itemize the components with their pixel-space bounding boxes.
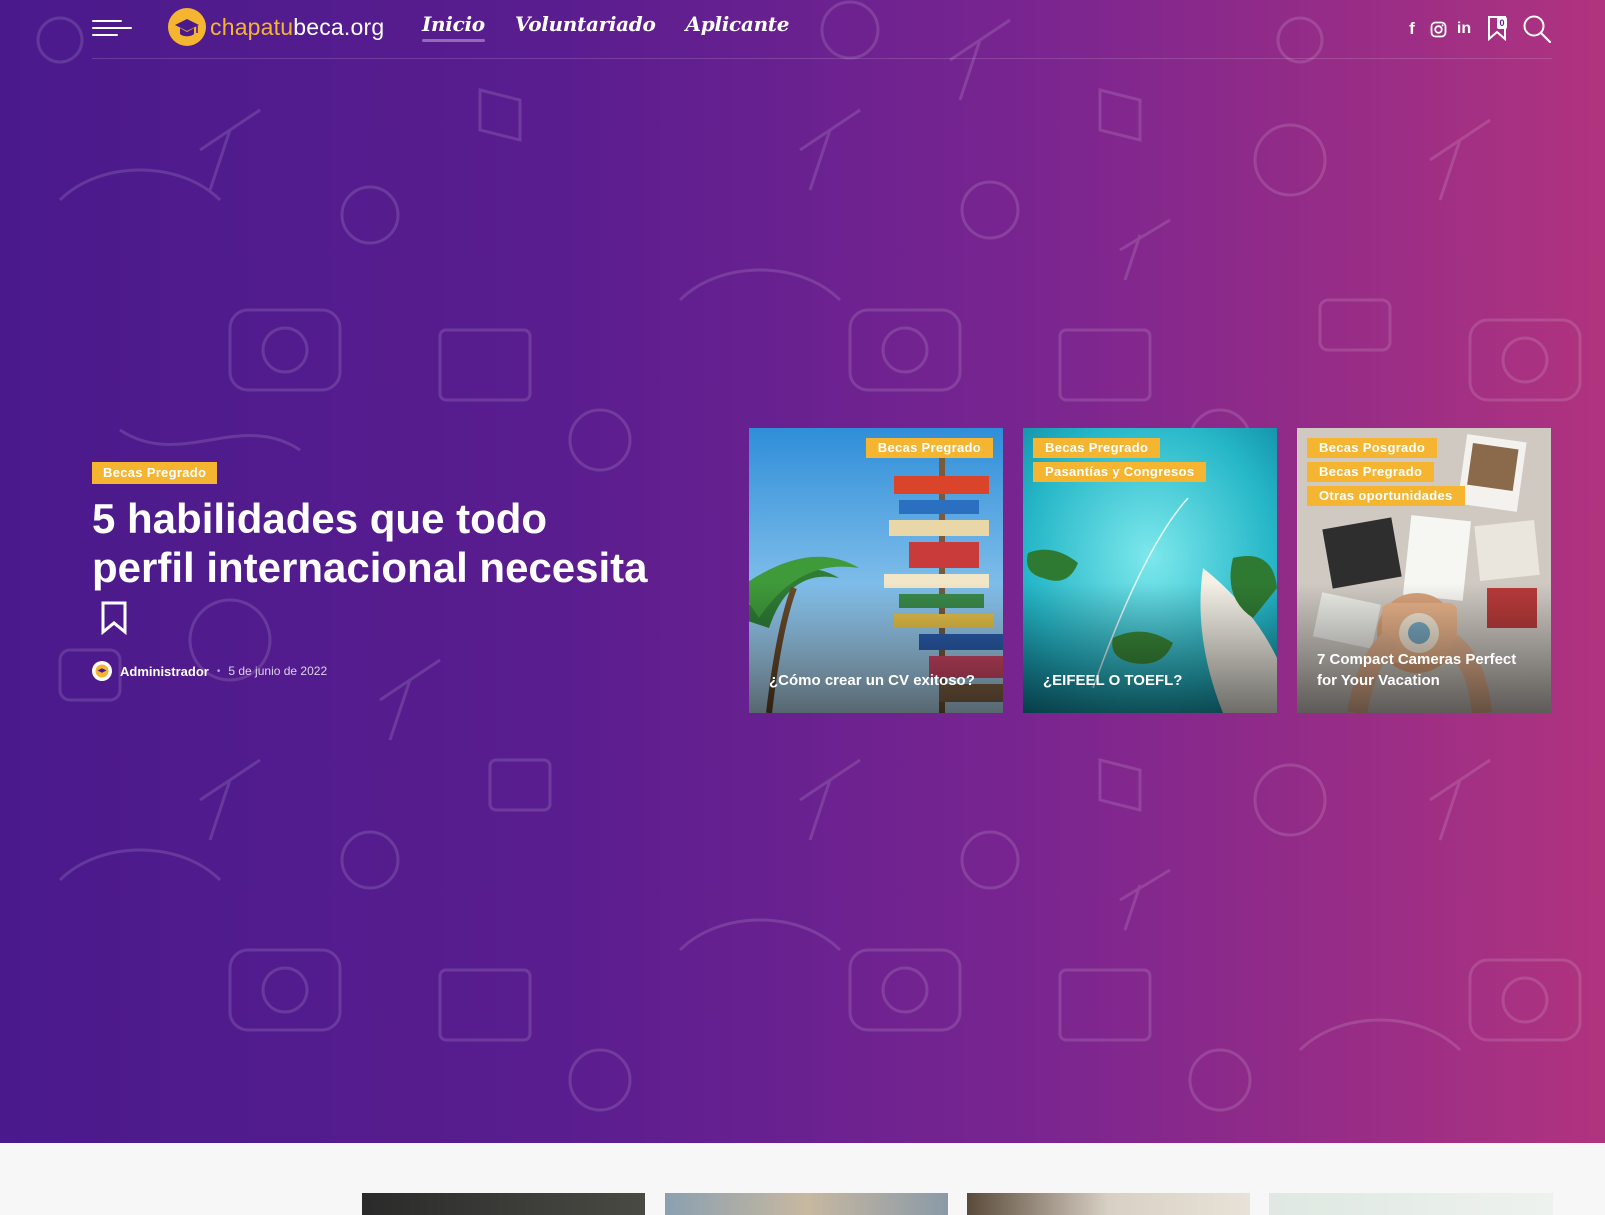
menu-icon[interactable]	[92, 18, 132, 38]
bookmark-count-badge: 0	[1497, 17, 1507, 29]
post-card[interactable]: Becas Pregrado ¿Cómo crear un CV exitoso…	[749, 428, 1003, 713]
featured-post-title[interactable]: 5 habilidades que todo perfil internacio…	[92, 494, 652, 645]
facebook-icon[interactable]: f	[1400, 16, 1424, 42]
card-title[interactable]: ¿EIFEEL O TOEFL?	[1043, 670, 1257, 691]
featured-category-tag[interactable]: Becas Pregrado	[92, 462, 218, 484]
card-title[interactable]: ¿Cómo crear un CV exitoso?	[769, 670, 983, 691]
card-category-tag[interactable]: Pasantías y Congresos	[1033, 462, 1207, 482]
header-actions: f in 0	[1398, 14, 1552, 44]
post-thumbnail[interactable]	[362, 1193, 645, 1215]
nav-item-aplicante[interactable]: Aplicante	[686, 12, 790, 42]
next-section	[0, 1143, 1605, 1215]
main-nav: Inicio Voluntariado Aplicante	[422, 12, 789, 42]
bookmark-icon[interactable]: 0	[1486, 15, 1512, 43]
post-meta: Administrador • 5 de junio de 2022	[92, 661, 652, 681]
site-header: chapatubeca.org Inicio Voluntariado Apli…	[92, 0, 1552, 59]
card-category-tag[interactable]: Becas Pregrado	[1307, 462, 1435, 482]
nav-item-voluntariado[interactable]: Voluntariado	[515, 12, 656, 42]
post-cards: Becas Pregrado ¿Cómo crear un CV exitoso…	[749, 428, 1551, 713]
post-date: 5 de junio de 2022	[228, 664, 328, 678]
hero-section: chapatubeca.org Inicio Voluntariado Apli…	[0, 0, 1605, 1143]
linkedin-icon[interactable]: in	[1452, 16, 1476, 42]
bookmark-icon[interactable]	[100, 596, 128, 645]
card-category-tag[interactable]: Otras oportunidades	[1307, 486, 1465, 506]
author-avatar[interactable]	[92, 661, 112, 681]
post-thumbnail[interactable]	[1269, 1193, 1553, 1215]
post-thumbnail[interactable]	[665, 1193, 948, 1215]
author-name[interactable]: Administrador	[120, 664, 209, 679]
card-title[interactable]: 7 Compact Cameras Perfect for Your Vacat…	[1317, 649, 1531, 691]
graduation-cap-logo-icon	[168, 8, 206, 46]
card-category-tag[interactable]: Becas Pregrado	[865, 438, 993, 458]
search-icon[interactable]	[1522, 14, 1552, 44]
card-category-tag[interactable]: Becas Posgrado	[1307, 438, 1438, 458]
post-thumbnail[interactable]	[967, 1193, 1250, 1215]
meta-separator: •	[216, 665, 221, 677]
site-logo[interactable]: chapatubeca.org	[167, 7, 384, 47]
nav-item-inicio[interactable]: Inicio	[422, 12, 485, 42]
post-card[interactable]: Becas Pregrado Pasantías y Congresos ¿EI…	[1023, 428, 1277, 713]
featured-post: Becas Pregrado 5 habilidades que todo pe…	[92, 462, 652, 681]
card-category-tag[interactable]: Becas Pregrado	[1033, 438, 1161, 458]
site-logo-text: chapatubeca.org	[210, 13, 385, 40]
post-card[interactable]: Becas Posgrado Becas Pregrado Otras opor…	[1297, 428, 1551, 713]
instagram-icon[interactable]	[1426, 16, 1450, 42]
